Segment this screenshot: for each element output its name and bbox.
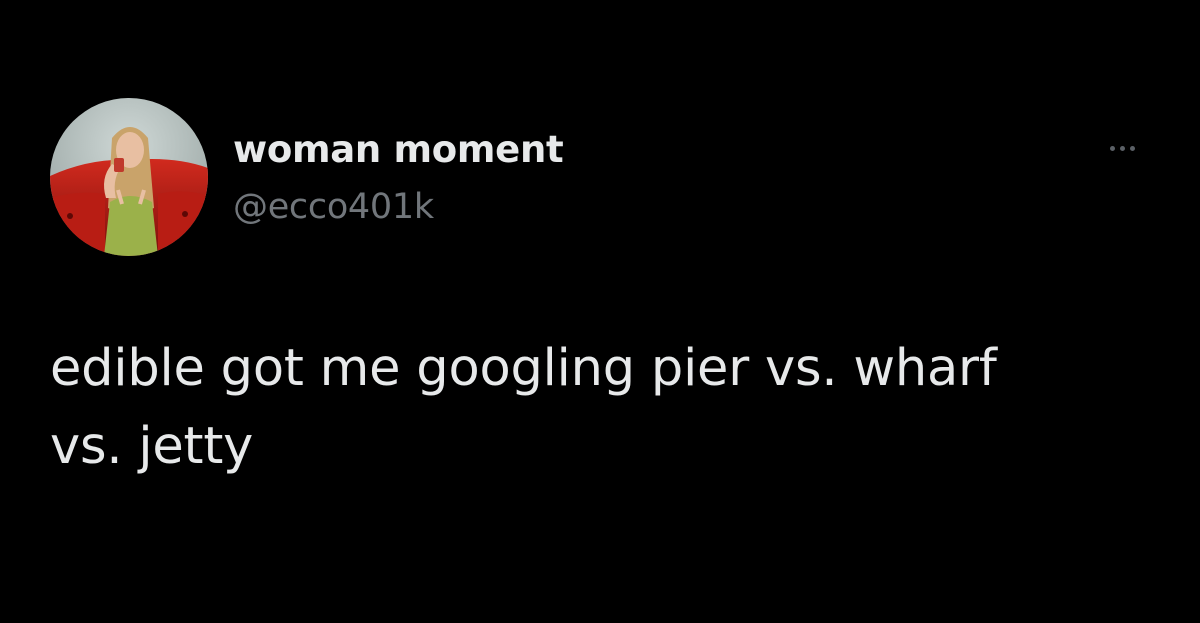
ellipsis-icon [1119, 145, 1125, 151]
tweet-text: edible got me googling pier vs. wharf vs… [50, 339, 997, 476]
profile-photo-icon [50, 98, 208, 256]
author-avatar[interactable] [50, 98, 208, 256]
ellipsis-icon [1109, 145, 1115, 151]
tweet-card: woman moment @ecco401k edible got me goo… [0, 0, 1200, 623]
more-options-button[interactable] [1096, 136, 1148, 160]
author-display-name[interactable]: woman moment [233, 128, 564, 172]
author-handle[interactable]: @ecco401k [233, 186, 434, 228]
ellipsis-icon [1129, 145, 1135, 151]
